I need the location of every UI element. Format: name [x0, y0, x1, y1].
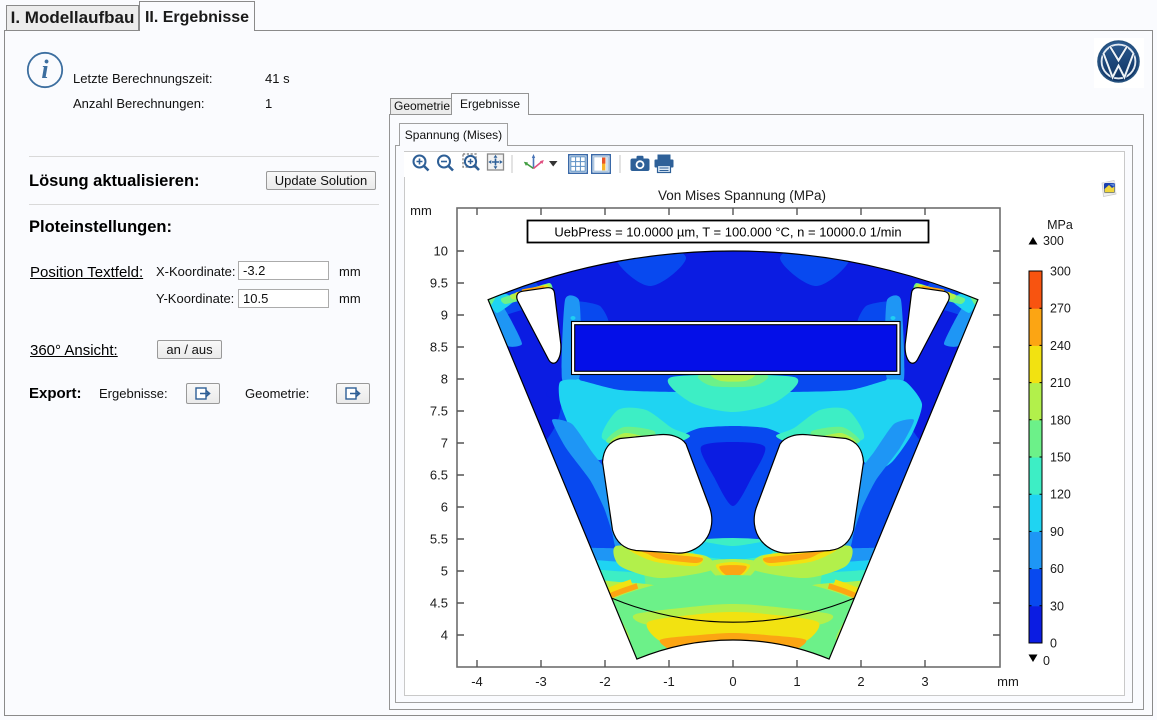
svg-text:240: 240	[1050, 339, 1071, 353]
svg-text:5: 5	[441, 564, 448, 579]
svg-text:270: 270	[1050, 302, 1071, 316]
svg-text:30: 30	[1050, 599, 1064, 613]
svg-text:180: 180	[1050, 413, 1071, 427]
svg-text:210: 210	[1050, 376, 1071, 390]
svg-text:9: 9	[441, 308, 448, 323]
svg-text:120: 120	[1050, 488, 1071, 502]
svg-text:150: 150	[1050, 451, 1071, 465]
svg-text:-1: -1	[663, 674, 675, 689]
svg-text:0: 0	[1050, 637, 1057, 651]
svg-text:300: 300	[1043, 234, 1064, 248]
svg-text:Von Mises Spannung (MPa): Von Mises Spannung (MPa)	[658, 188, 826, 203]
svg-text:1: 1	[793, 674, 800, 689]
svg-text:7: 7	[441, 436, 448, 451]
svg-text:mm: mm	[997, 674, 1019, 689]
svg-text:0: 0	[729, 674, 736, 689]
svg-text:8: 8	[441, 372, 448, 387]
svg-text:-4: -4	[471, 674, 483, 689]
svg-text:10: 10	[434, 244, 448, 259]
svg-text:3: 3	[921, 674, 928, 689]
svg-text:9.5: 9.5	[430, 276, 448, 291]
svg-text:4.5: 4.5	[430, 596, 448, 611]
svg-text:300: 300	[1050, 265, 1071, 279]
svg-text:6.5: 6.5	[430, 468, 448, 483]
svg-text:-2: -2	[599, 674, 611, 689]
svg-text:mm: mm	[410, 203, 432, 218]
svg-text:90: 90	[1050, 525, 1064, 539]
svg-text:8.5: 8.5	[430, 340, 448, 355]
svg-text:MPa: MPa	[1047, 218, 1073, 232]
svg-text:60: 60	[1050, 562, 1064, 576]
svg-text:UebPress = 10.0000 µm, T = 100: UebPress = 10.0000 µm, T = 100.000 °C, n…	[554, 225, 901, 240]
svg-text:i: i	[41, 55, 49, 84]
svg-text:0: 0	[1043, 654, 1050, 668]
svg-text:5.5: 5.5	[430, 532, 448, 547]
svg-text:6: 6	[441, 500, 448, 515]
svg-text:7.5: 7.5	[430, 404, 448, 419]
svg-text:4: 4	[441, 628, 448, 643]
svg-text:-3: -3	[535, 674, 547, 689]
svg-text:2: 2	[857, 674, 864, 689]
